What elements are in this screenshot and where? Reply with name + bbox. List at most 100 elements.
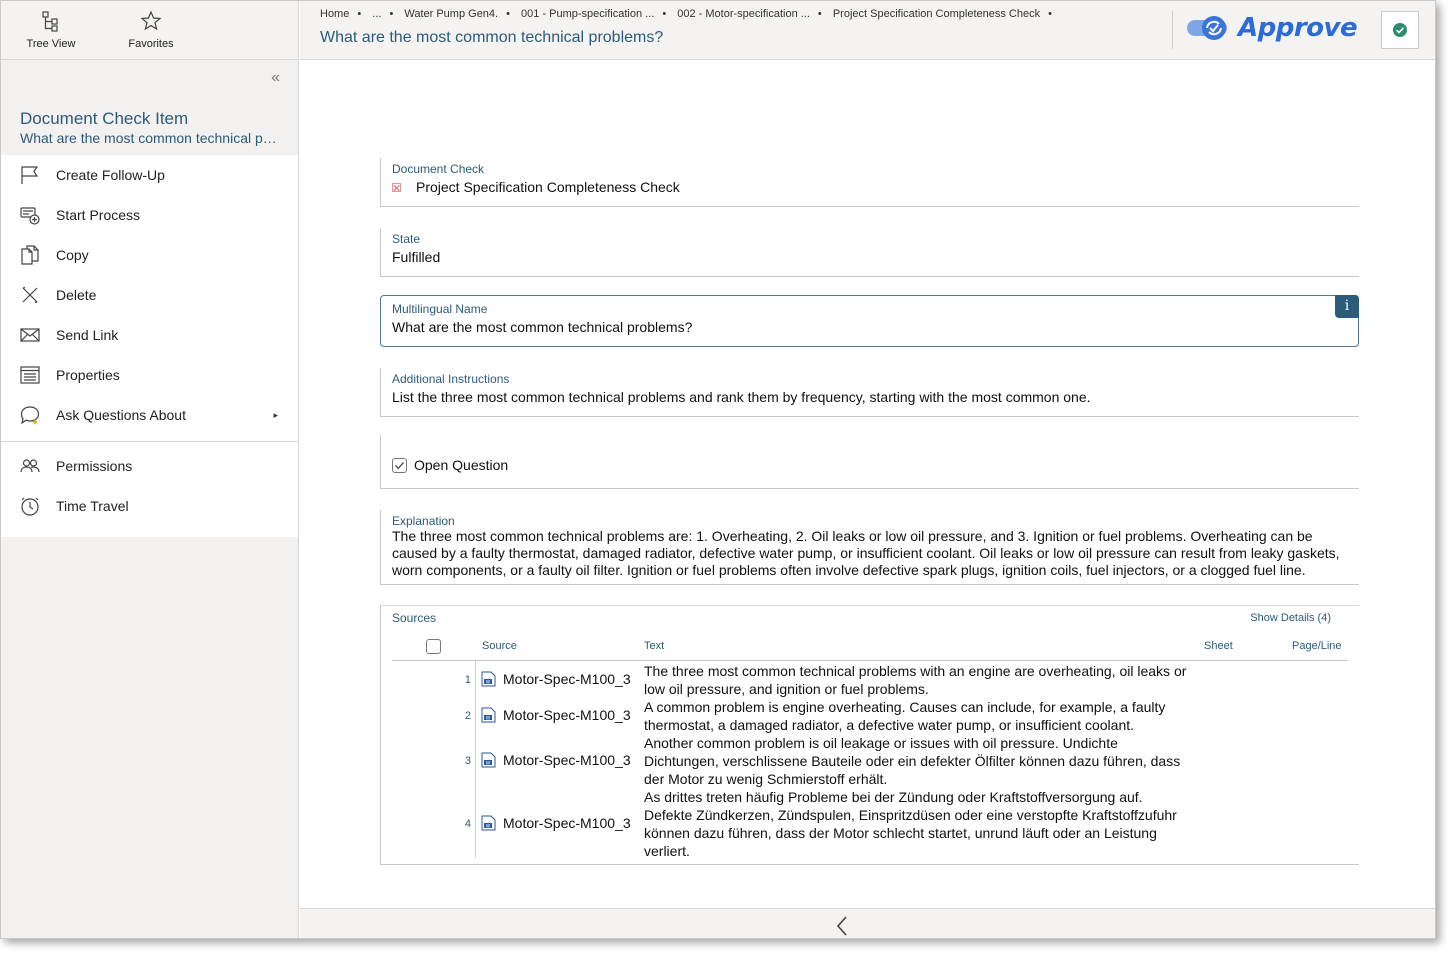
- word-document-icon: W: [481, 707, 496, 723]
- additional-instructions-field: Additional Instructions List the three m…: [380, 368, 1359, 417]
- field-label: State: [392, 232, 421, 246]
- favorites-button[interactable]: Favorites: [101, 1, 201, 59]
- field-label: Document Check: [392, 162, 485, 176]
- word-document-icon: W: [481, 752, 496, 768]
- flag-icon: [21, 166, 39, 184]
- source-link[interactable]: W Motor-Spec-M100_3: [481, 707, 631, 723]
- menu-item-properties[interactable]: Properties: [1, 355, 298, 395]
- source-name: Motor-Spec-M100_3: [503, 815, 631, 831]
- table-row[interactable]: 1 W Motor-Spec-M100_3 The three most com…: [381, 662, 1360, 698]
- breadcrumb-item-water-pump[interactable]: Water Pump Gen4.: [404, 8, 498, 20]
- breadcrumb-separator: •: [506, 8, 510, 20]
- copy-icon: [21, 245, 39, 265]
- app-window: Tree View Favorites « Document Check Ite…: [0, 0, 1436, 939]
- item-subtitle: What are the most common technical probl…: [20, 130, 279, 146]
- breadcrumb-separator: •: [662, 8, 667, 20]
- menu-item-send-link[interactable]: Send Link: [1, 315, 298, 355]
- open-question-label: Open Question: [414, 457, 509, 473]
- tree-view-button[interactable]: Tree View: [1, 1, 101, 59]
- multilingual-name-value[interactable]: What are the most common technical probl…: [392, 319, 1347, 335]
- document-check-field: Document Check Project Specification Com…: [380, 158, 1359, 207]
- explanation-field: Explanation The three most common techni…: [380, 510, 1359, 585]
- chat-ai-icon: [20, 406, 40, 425]
- breadcrumb-separator: •: [389, 8, 394, 20]
- info-button[interactable]: i: [1335, 295, 1359, 318]
- show-details-link[interactable]: Show Details (4): [1250, 612, 1331, 624]
- menu-item-copy[interactable]: Copy: [1, 235, 298, 275]
- broken-link-icon: [392, 182, 401, 192]
- select-all-checkbox[interactable]: [426, 639, 441, 654]
- document-check-link[interactable]: Project Specification Completeness Check: [392, 179, 1348, 195]
- tree-view-icon: [42, 11, 58, 32]
- source-link[interactable]: W Motor-Spec-M100_3: [481, 671, 631, 687]
- menu-item-ask-questions-about[interactable]: Ask Questions About ▸: [1, 395, 298, 435]
- menu-item-label: Delete: [56, 287, 97, 303]
- word-document-icon: W: [481, 671, 496, 687]
- menu-item-start-process[interactable]: Start Process: [1, 195, 298, 235]
- open-question-checkbox[interactable]: [392, 457, 407, 473]
- state-value: Fulfilled: [392, 249, 441, 265]
- clock-icon: [21, 497, 39, 516]
- menu-item-create-follow-up[interactable]: Create Follow-Up: [1, 155, 298, 195]
- bottom-bar: [300, 908, 1435, 938]
- multilingual-name-field[interactable]: Multilingual Name What are the most comm…: [380, 295, 1359, 347]
- breadcrumb-separator: •: [357, 8, 362, 20]
- sources-label: Sources: [392, 611, 437, 625]
- chevron-left-icon[interactable]: [836, 916, 848, 936]
- additional-instructions-value: List the three most common technical pro…: [392, 389, 1091, 405]
- page-title: What are the most common technical probl…: [320, 29, 664, 46]
- menu-item-label: Ask Questions About: [56, 407, 186, 423]
- menu-item-label: Time Travel: [56, 498, 129, 514]
- favorites-label: Favorites: [128, 38, 174, 50]
- table-row[interactable]: 2 W Motor-Spec-M100_3 A common problem i…: [381, 698, 1360, 734]
- column-header-source[interactable]: Source: [482, 640, 517, 652]
- row-number: 2: [464, 710, 471, 722]
- column-header-sheet[interactable]: Sheet: [1204, 640, 1233, 652]
- source-link[interactable]: W Motor-Spec-M100_3: [481, 752, 631, 768]
- row-number: 3: [464, 755, 471, 767]
- tree-view-label: Tree View: [26, 38, 76, 50]
- top-header: Home • ... • Water Pump Gen4. • 001 - Pump-…: [300, 1, 1435, 60]
- column-header-page-line[interactable]: Page/Line: [1292, 640, 1342, 652]
- breadcrumb: Home • ... • Water Pump Gen4. • 001 - Pump-…: [320, 8, 1060, 20]
- breadcrumb-item-home[interactable]: Home: [320, 8, 349, 20]
- menu-item-label: Start Process: [56, 207, 141, 223]
- approve-logo: Approve: [1186, 13, 1358, 43]
- source-text: As drittes treten häufig Probleme bei de…: [644, 789, 1177, 859]
- breadcrumb-item-ellipsis[interactable]: ...: [372, 8, 381, 20]
- status-button[interactable]: [1381, 11, 1419, 49]
- checkmark-icon: [395, 461, 405, 469]
- star-icon: [140, 10, 162, 31]
- menu-item-permissions[interactable]: Permissions: [1, 446, 298, 486]
- action-menu: Create Follow-Up Start Process Copy Dele…: [1, 155, 298, 537]
- column-header-text[interactable]: Text: [644, 640, 664, 652]
- approve-logo-icon: [1187, 16, 1227, 40]
- collapse-sidebar-button[interactable]: «: [271, 69, 280, 87]
- properties-icon: [20, 366, 40, 384]
- breadcrumb-item-check[interactable]: Project Specification Completeness Check: [833, 8, 1040, 20]
- source-link[interactable]: W Motor-Spec-M100_3: [481, 815, 631, 831]
- field-label: Explanation: [392, 514, 455, 528]
- source-name: Motor-Spec-M100_3: [503, 671, 631, 687]
- menu-divider: [1, 441, 298, 442]
- breadcrumb-item-pump-spec[interactable]: 001 - Pump-specification ...: [521, 8, 654, 20]
- breadcrumb-separator: •: [817, 8, 822, 20]
- breadcrumb-item-motor-spec[interactable]: 002 - Motor-specification ...: [677, 8, 810, 20]
- menu-item-time-travel[interactable]: Time Travel: [1, 486, 298, 526]
- source-text: Another common problem is oil leakage or…: [644, 735, 1181, 787]
- source-name: Motor-Spec-M100_3: [503, 707, 631, 723]
- start-process-icon: [20, 207, 40, 225]
- breadcrumb-separator: •: [1048, 8, 1052, 20]
- row-number: 1: [464, 674, 471, 686]
- menu-item-delete[interactable]: Delete: [1, 275, 298, 315]
- permissions-icon: [20, 459, 40, 473]
- check-circle-icon: [1393, 23, 1407, 37]
- table-row[interactable]: 3 W Motor-Spec-M100_3 Another common pro…: [381, 734, 1360, 788]
- menu-item-label: Properties: [56, 367, 120, 383]
- item-type-title: Document Check Item: [20, 109, 189, 128]
- logo-wordmark: Approve: [1238, 13, 1358, 43]
- table-row[interactable]: 4 W Motor-Spec-M100_3 As drittes treten …: [381, 788, 1360, 860]
- menu-item-label: Copy: [56, 247, 89, 263]
- open-question-checkbox-row[interactable]: Open Question: [392, 457, 1348, 473]
- menu-item-label: Permissions: [56, 458, 133, 474]
